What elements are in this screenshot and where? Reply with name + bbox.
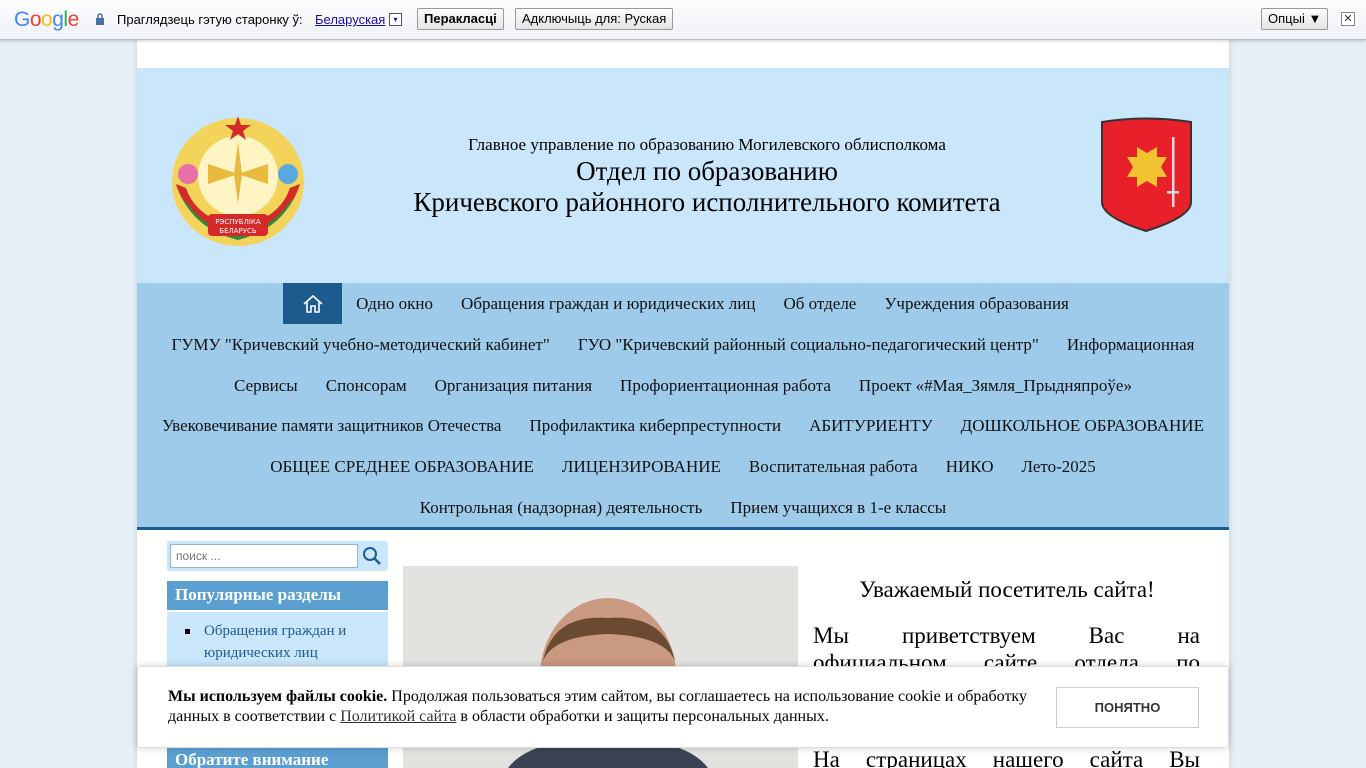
search-box bbox=[167, 541, 388, 571]
welcome-line: Мы приветствуем Вас на bbox=[813, 623, 1200, 648]
translate-prompt: Праглядзець гэтую старонку ў: bbox=[117, 12, 303, 27]
cookie-text: Мы используем файлы cookie. Продолжая по… bbox=[168, 688, 1027, 725]
options-button[interactable]: Опцыі ▼ bbox=[1261, 8, 1329, 30]
search-input[interactable] bbox=[170, 544, 358, 568]
search-icon[interactable] bbox=[361, 545, 383, 567]
translate-button[interactable]: Перакласці bbox=[417, 8, 504, 30]
popular-sections-title: Популярные разделы bbox=[167, 581, 388, 610]
google-logo: Google bbox=[14, 8, 79, 31]
language-link[interactable]: Беларуская bbox=[315, 12, 385, 27]
welcome-line: На страницах нашего сайта Вы bbox=[813, 747, 1200, 768]
translate-bar: Google Праглядзець гэтую старонку ў: Бел… bbox=[0, 0, 1366, 40]
accept-cookie-button[interactable]: ПОНЯТНО bbox=[1056, 687, 1199, 728]
welcome-title: Уважаемый посетитель сайта! bbox=[859, 577, 1155, 602]
content-area: Популярные разделы Обращения граждан и ю… bbox=[137, 40, 1229, 768]
lock-icon bbox=[96, 13, 104, 25]
cookie-banner: Мы используем файлы cookie. Продолжая по… bbox=[137, 666, 1229, 748]
close-icon[interactable]: ✕ bbox=[1341, 12, 1355, 26]
attention-title: Обратите внимание bbox=[167, 746, 388, 768]
language-dropdown-icon[interactable]: ▾ bbox=[389, 13, 402, 26]
popular-item[interactable]: Обращения граждан и юридических лиц bbox=[182, 620, 378, 664]
disable-translate-button[interactable]: Адключыць для: Руская bbox=[515, 8, 674, 30]
privacy-policy-link[interactable]: Политикой сайта bbox=[340, 708, 456, 725]
